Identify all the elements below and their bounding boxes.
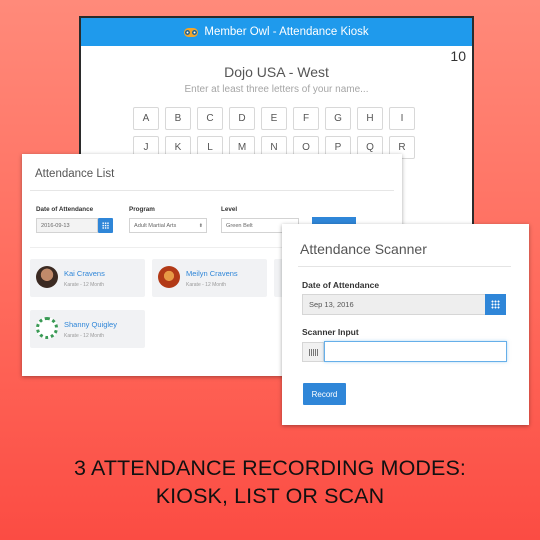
select-arrows-icon: ⬍: [198, 222, 203, 229]
record-button[interactable]: Record: [303, 383, 346, 405]
avatar: [36, 266, 58, 288]
member-program: Karate - 12 Month: [186, 282, 227, 288]
owl-logo-icon: [184, 27, 199, 37]
calendar-button[interactable]: [98, 218, 113, 233]
letter-key[interactable]: F: [293, 107, 319, 130]
letter-key[interactable]: D: [229, 107, 255, 130]
attendance-scanner-window: Attendance Scanner Date of Attendance Se…: [282, 224, 529, 425]
letter-keypad: A B C D E F G H I J K L M N O P Q R: [133, 107, 415, 159]
caption: 3 ATTENDANCE RECORDING MODES: KIOSK, LIS…: [0, 454, 540, 510]
letter-key[interactable]: H: [357, 107, 383, 130]
scanner-input[interactable]: [324, 341, 507, 362]
kiosk-prompt: Enter at least three letters of your nam…: [184, 84, 369, 95]
member-name[interactable]: Kai Cravens: [64, 269, 105, 278]
caption-line-2: KIOSK, LIST OR SCAN: [155, 484, 385, 508]
letter-key[interactable]: B: [165, 107, 191, 130]
letter-key[interactable]: G: [325, 107, 351, 130]
letter-key[interactable]: E: [261, 107, 287, 130]
date-field[interactable]: 2016-09-13: [36, 218, 98, 233]
calendar-icon: [491, 300, 500, 309]
kiosk-count: 10: [450, 48, 466, 64]
scanner-input-label: Scanner Input: [302, 327, 359, 337]
member-program: Karate - 12 Month: [64, 282, 105, 288]
program-select[interactable]: Adult Martial Arts ⬍: [129, 218, 207, 233]
member-card[interactable]: Shanny Quigley Karate - 12 Month: [30, 310, 145, 348]
member-program: Karate - 12 Month: [64, 333, 105, 339]
scanner-addon: [302, 342, 324, 362]
letter-key[interactable]: I: [389, 107, 415, 130]
attendance-list-title: Attendance List: [35, 168, 115, 180]
avatar: [158, 266, 180, 288]
member-name[interactable]: Meilyn Cravens: [186, 269, 238, 278]
avatar: [36, 317, 58, 339]
scanner-date-label: Date of Attendance: [302, 280, 380, 290]
member-card[interactable]: Kai Cravens Karate - 12 Month: [30, 259, 145, 297]
scanner-title: Attendance Scanner: [300, 241, 427, 257]
program-label: Program: [129, 206, 155, 213]
divider: [298, 266, 511, 267]
letter-key[interactable]: A: [133, 107, 159, 130]
date-label: Date of Attendance: [36, 206, 94, 213]
level-label: Level: [221, 206, 238, 213]
scanner-date-field[interactable]: Sep 13, 2016: [302, 294, 486, 315]
kiosk-location-title: Dojo USA - West: [224, 64, 329, 80]
program-select-value: Adult Martial Arts: [134, 222, 177, 229]
divider: [30, 190, 394, 191]
caption-line-1: 3 ATTENDANCE RECORDING MODES:: [74, 456, 466, 480]
member-card[interactable]: Meilyn Cravens Karate - 12 Month: [152, 259, 267, 297]
kiosk-app-title: Member Owl - Attendance Kiosk: [204, 26, 369, 38]
calendar-button[interactable]: [485, 294, 506, 315]
kiosk-header: Member Owl - Attendance Kiosk: [81, 18, 472, 46]
letter-key[interactable]: C: [197, 107, 223, 130]
barcode-icon: [308, 348, 318, 356]
member-name[interactable]: Shanny Quigley: [64, 320, 117, 329]
calendar-icon: [102, 222, 109, 229]
